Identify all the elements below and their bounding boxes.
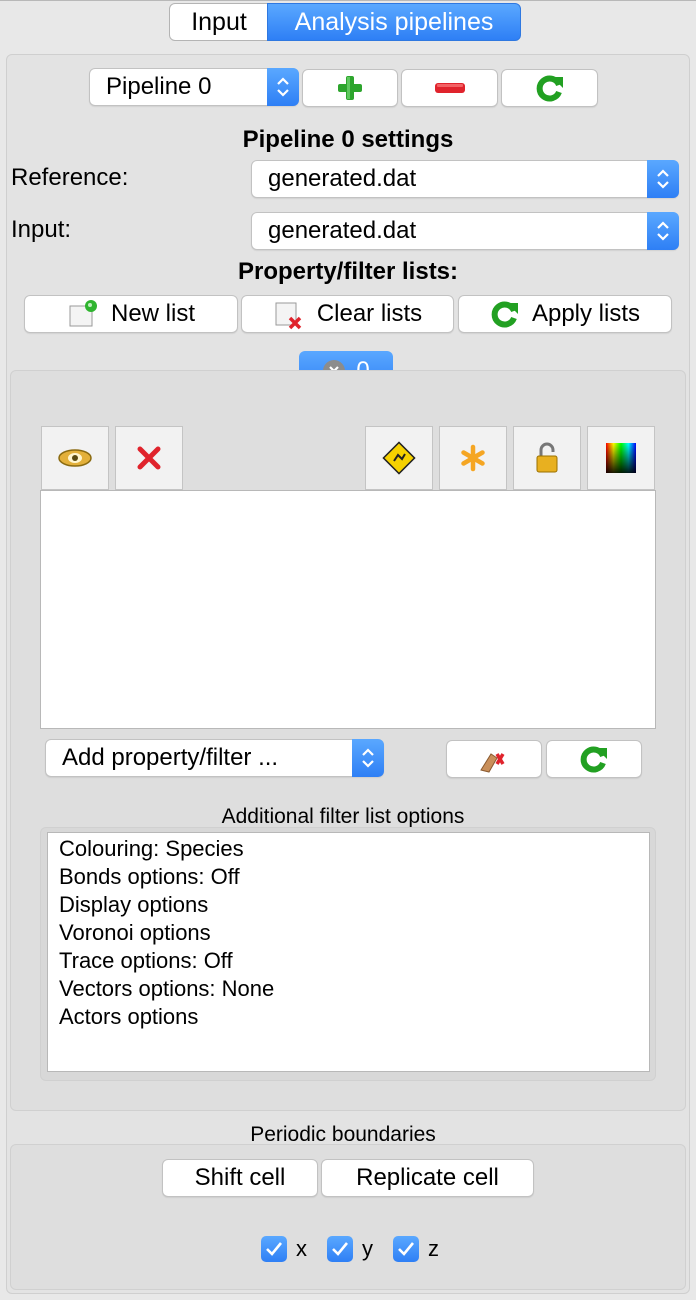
- updown-arrow-icon: [267, 68, 299, 106]
- option-actors[interactable]: Actors options: [59, 1003, 649, 1031]
- minus-icon: [434, 83, 465, 93]
- reference-label: Reference:: [11, 164, 129, 191]
- delete-list-button[interactable]: [115, 426, 183, 490]
- option-colouring[interactable]: Colouring: Species: [59, 835, 649, 863]
- add-property-filter-value: Add property/filter ...: [62, 744, 279, 771]
- option-vectors[interactable]: Vectors options: None: [59, 975, 649, 1003]
- new-list-icon: [67, 298, 99, 330]
- updown-arrow-icon: [352, 739, 384, 777]
- option-voronoi[interactable]: Voronoi options: [59, 919, 649, 947]
- input-select-value: generated.dat: [268, 217, 417, 244]
- pipeline-select-value: Pipeline 0: [106, 73, 212, 100]
- periodic-y-label: y: [362, 1236, 373, 1261]
- refresh-icon: [490, 299, 520, 329]
- additional-options-list[interactable]: Colouring: Species Bonds options: Off Di…: [47, 832, 650, 1072]
- highlight-button[interactable]: [439, 426, 507, 490]
- unlock-icon: [536, 442, 558, 473]
- lock-button[interactable]: [513, 426, 581, 490]
- broom-clear-icon: [480, 753, 505, 773]
- checkmark-icon: [327, 1236, 353, 1262]
- filter-list-box[interactable]: [40, 490, 656, 729]
- periodic-y-checkbox[interactable]: y: [327, 1236, 373, 1262]
- periodic-z-label: z: [428, 1236, 439, 1261]
- apply-lists-button[interactable]: Apply lists: [458, 295, 672, 333]
- checkmark-icon: [261, 1236, 287, 1262]
- plus-icon: [338, 76, 362, 100]
- updown-arrow-icon: [647, 160, 679, 198]
- clear-lists-icon: [273, 298, 305, 330]
- periodic-x-label: x: [296, 1236, 307, 1261]
- apply-filters-button[interactable]: [546, 740, 642, 778]
- option-display[interactable]: Display options: [59, 891, 649, 919]
- window-top-border: [0, 0, 696, 1]
- additional-options-title: Additional filter list options: [221, 805, 465, 828]
- asterisk-icon: [461, 444, 485, 472]
- periodic-x-checkbox[interactable]: x: [261, 1236, 307, 1262]
- new-list-label: New list: [110, 300, 195, 327]
- pipeline-settings-title: Pipeline 0 settings: [242, 126, 454, 153]
- colour-scale-button[interactable]: [587, 426, 655, 490]
- add-property-filter-select[interactable]: Add property/filter ...: [45, 739, 384, 777]
- replicate-cell-button[interactable]: Replicate cell: [321, 1159, 534, 1197]
- clear-lists-label: Clear lists: [316, 300, 423, 327]
- close-icon: [137, 446, 161, 470]
- periodic-z-checkbox[interactable]: z: [393, 1236, 439, 1262]
- property-filter-lists-title: Property/filter lists:: [237, 258, 459, 285]
- refresh-pipeline-button[interactable]: [501, 69, 598, 107]
- eye-icon: [58, 449, 92, 467]
- tab-input[interactable]: Input: [169, 3, 269, 41]
- tab-analysis-pipelines[interactable]: Analysis pipelines: [267, 3, 521, 41]
- clear-lists-button[interactable]: Clear lists: [241, 295, 454, 333]
- warning-sign-icon: [382, 441, 416, 475]
- clear-filters-button[interactable]: [446, 740, 542, 778]
- pipeline-select[interactable]: Pipeline 0: [89, 68, 299, 106]
- input-select[interactable]: generated.dat: [251, 212, 679, 250]
- shift-cell-button[interactable]: Shift cell: [162, 1159, 318, 1197]
- colour-gradient-icon: [606, 443, 636, 473]
- new-list-button[interactable]: New list: [24, 295, 238, 333]
- reference-select[interactable]: generated.dat: [251, 160, 679, 198]
- quick-add-button[interactable]: [365, 426, 433, 490]
- add-pipeline-button[interactable]: [302, 69, 398, 107]
- refresh-icon: [580, 746, 607, 773]
- apply-lists-label: Apply lists: [531, 300, 641, 327]
- remove-pipeline-button[interactable]: [401, 69, 498, 107]
- option-bonds[interactable]: Bonds options: Off: [59, 863, 649, 891]
- checkmark-icon: [393, 1236, 419, 1262]
- input-label: Input:: [11, 216, 72, 243]
- reference-select-value: generated.dat: [268, 165, 417, 192]
- toggle-visibility-button[interactable]: [41, 426, 109, 490]
- option-trace[interactable]: Trace options: Off: [59, 947, 649, 975]
- refresh-icon: [536, 75, 563, 102]
- updown-arrow-icon: [647, 212, 679, 250]
